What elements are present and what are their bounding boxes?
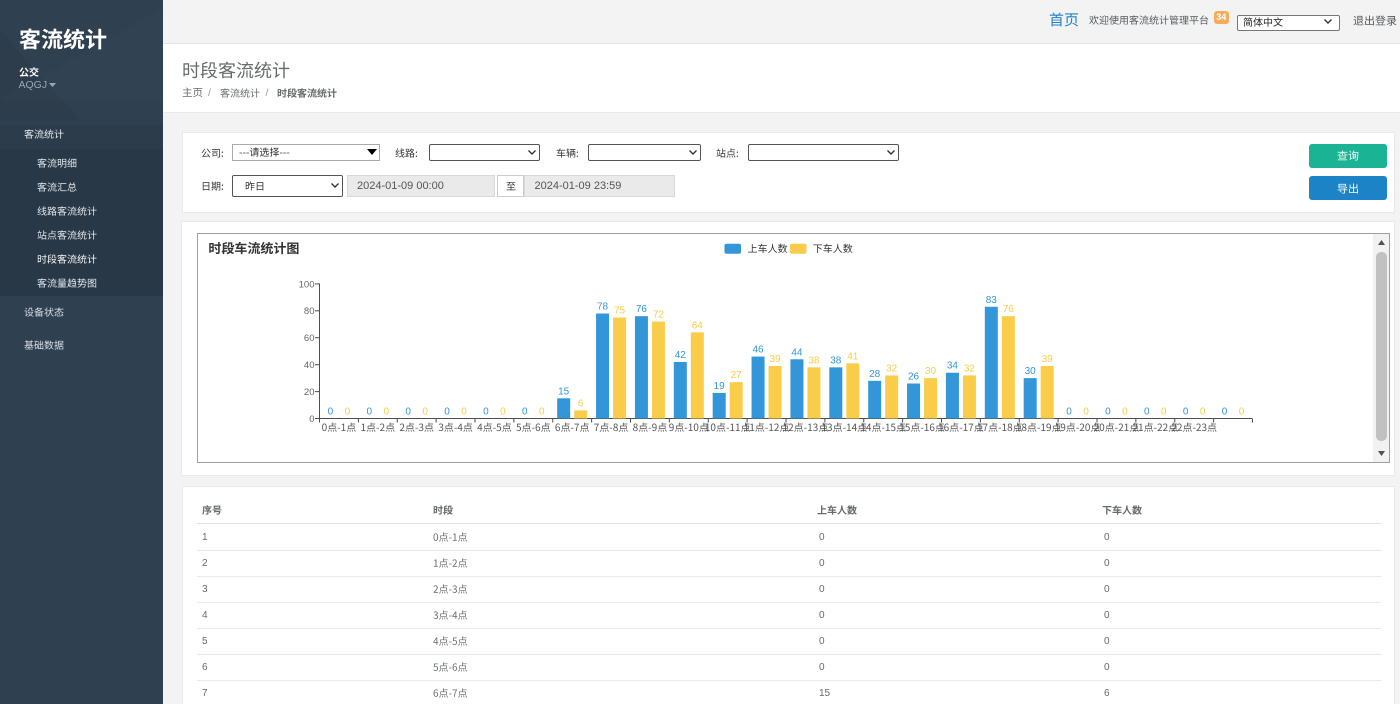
svg-text:0: 0 (1122, 407, 1128, 418)
svg-text:38: 38 (830, 355, 842, 366)
svg-text:27: 27 (731, 370, 743, 381)
svg-text:80: 80 (304, 306, 315, 317)
svg-text:0: 0 (500, 407, 506, 418)
svg-text:15: 15 (558, 386, 570, 397)
svg-text:39: 39 (769, 354, 781, 365)
svg-text:20: 20 (304, 387, 315, 398)
svg-text:76: 76 (636, 304, 648, 315)
svg-text:0: 0 (1222, 407, 1228, 418)
svg-text:26: 26 (908, 372, 920, 383)
svg-text:34: 34 (947, 361, 959, 372)
svg-text:0: 0 (1183, 407, 1189, 418)
svg-text:76: 76 (1003, 304, 1015, 315)
svg-text:0: 0 (1083, 407, 1089, 418)
svg-text:0: 0 (328, 407, 334, 418)
svg-text:44: 44 (791, 347, 803, 358)
svg-text:78: 78 (597, 302, 609, 313)
svg-text:39: 39 (1042, 354, 1054, 365)
svg-text:60: 60 (304, 333, 315, 344)
svg-text:0: 0 (539, 407, 545, 418)
svg-text:0: 0 (1066, 407, 1072, 418)
svg-text:30: 30 (925, 366, 937, 377)
svg-text:0: 0 (1200, 407, 1206, 418)
svg-text:0: 0 (309, 414, 314, 425)
svg-text:32: 32 (886, 363, 898, 374)
svg-text:0: 0 (405, 407, 411, 418)
svg-text:0: 0 (483, 407, 489, 418)
svg-text:0: 0 (461, 407, 467, 418)
svg-text:72: 72 (653, 310, 665, 321)
svg-text:28: 28 (869, 369, 881, 380)
svg-text:30: 30 (1025, 366, 1037, 377)
svg-text:100: 100 (299, 279, 315, 290)
svg-text:46: 46 (752, 345, 764, 356)
svg-text:0: 0 (522, 407, 528, 418)
svg-text:42: 42 (675, 350, 687, 361)
svg-text:0: 0 (1144, 407, 1150, 418)
svg-text:83: 83 (986, 295, 998, 306)
svg-text:32: 32 (964, 363, 976, 374)
svg-text:0: 0 (367, 407, 373, 418)
svg-text:0: 0 (1161, 407, 1167, 418)
svg-text:0: 0 (345, 407, 351, 418)
svg-text:40: 40 (304, 360, 315, 371)
svg-text:64: 64 (692, 320, 704, 331)
svg-text:6: 6 (578, 398, 584, 409)
svg-text:0: 0 (1105, 407, 1111, 418)
svg-text:0: 0 (422, 407, 428, 418)
svg-text:0: 0 (1239, 407, 1245, 418)
svg-text:0: 0 (384, 407, 390, 418)
svg-text:19: 19 (714, 381, 726, 392)
svg-text:0: 0 (444, 407, 450, 418)
svg-text:38: 38 (808, 355, 820, 366)
svg-text:75: 75 (614, 306, 626, 317)
svg-text:41: 41 (847, 351, 859, 362)
